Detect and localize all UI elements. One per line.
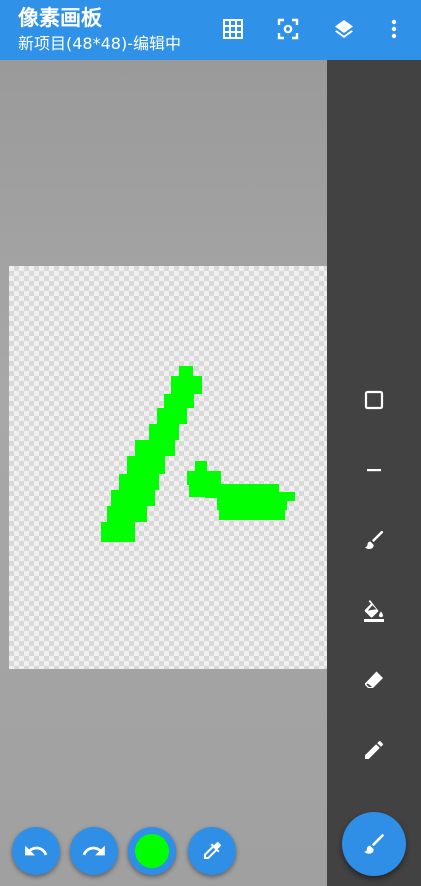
redo-icon (82, 845, 105, 856)
rectangle-tool[interactable] (354, 380, 394, 420)
layers-icon (335, 20, 353, 38)
overflow-menu-button[interactable] (377, 12, 411, 46)
undo-icon (25, 845, 48, 856)
square-outline-icon (364, 390, 384, 410)
minus-icon (367, 469, 381, 472)
more-vert-icon (391, 19, 397, 39)
pencil-icon (365, 741, 383, 759)
active-tool-fab[interactable] (342, 812, 406, 876)
color-picker-button[interactable] (128, 827, 176, 875)
pixel-canvas[interactable] (9, 266, 327, 669)
pixel-drawing (101, 366, 295, 542)
app-bar: 像素画板 新项目(48*48)-编辑中 (0, 0, 421, 60)
layers-button[interactable] (327, 12, 361, 46)
eyedropper-button[interactable] (188, 827, 236, 875)
redo-button[interactable] (70, 827, 118, 875)
eraser-tool[interactable] (354, 660, 394, 700)
grid-icon (223, 19, 243, 39)
brush-icon (365, 530, 384, 549)
paint-bucket-icon (364, 600, 384, 622)
eyedropper-icon (204, 842, 221, 859)
brush-tool[interactable] (354, 520, 394, 560)
fill-tool[interactable] (354, 590, 394, 630)
eraser-icon (365, 671, 383, 688)
project-subtitle: 新项目(48*48)-编辑中 (18, 34, 181, 53)
current-color-swatch (135, 834, 169, 868)
focus-center-icon (277, 18, 299, 40)
workspace (0, 60, 327, 886)
tool-panel (327, 60, 421, 886)
undo-button[interactable] (12, 827, 60, 875)
pencil-tool[interactable] (354, 730, 394, 770)
app-title: 像素画板 (18, 6, 102, 30)
line-tool[interactable] (354, 450, 394, 490)
center-view-button[interactable] (271, 12, 305, 46)
brush-icon (364, 834, 384, 854)
grid-toggle-button[interactable] (216, 12, 250, 46)
